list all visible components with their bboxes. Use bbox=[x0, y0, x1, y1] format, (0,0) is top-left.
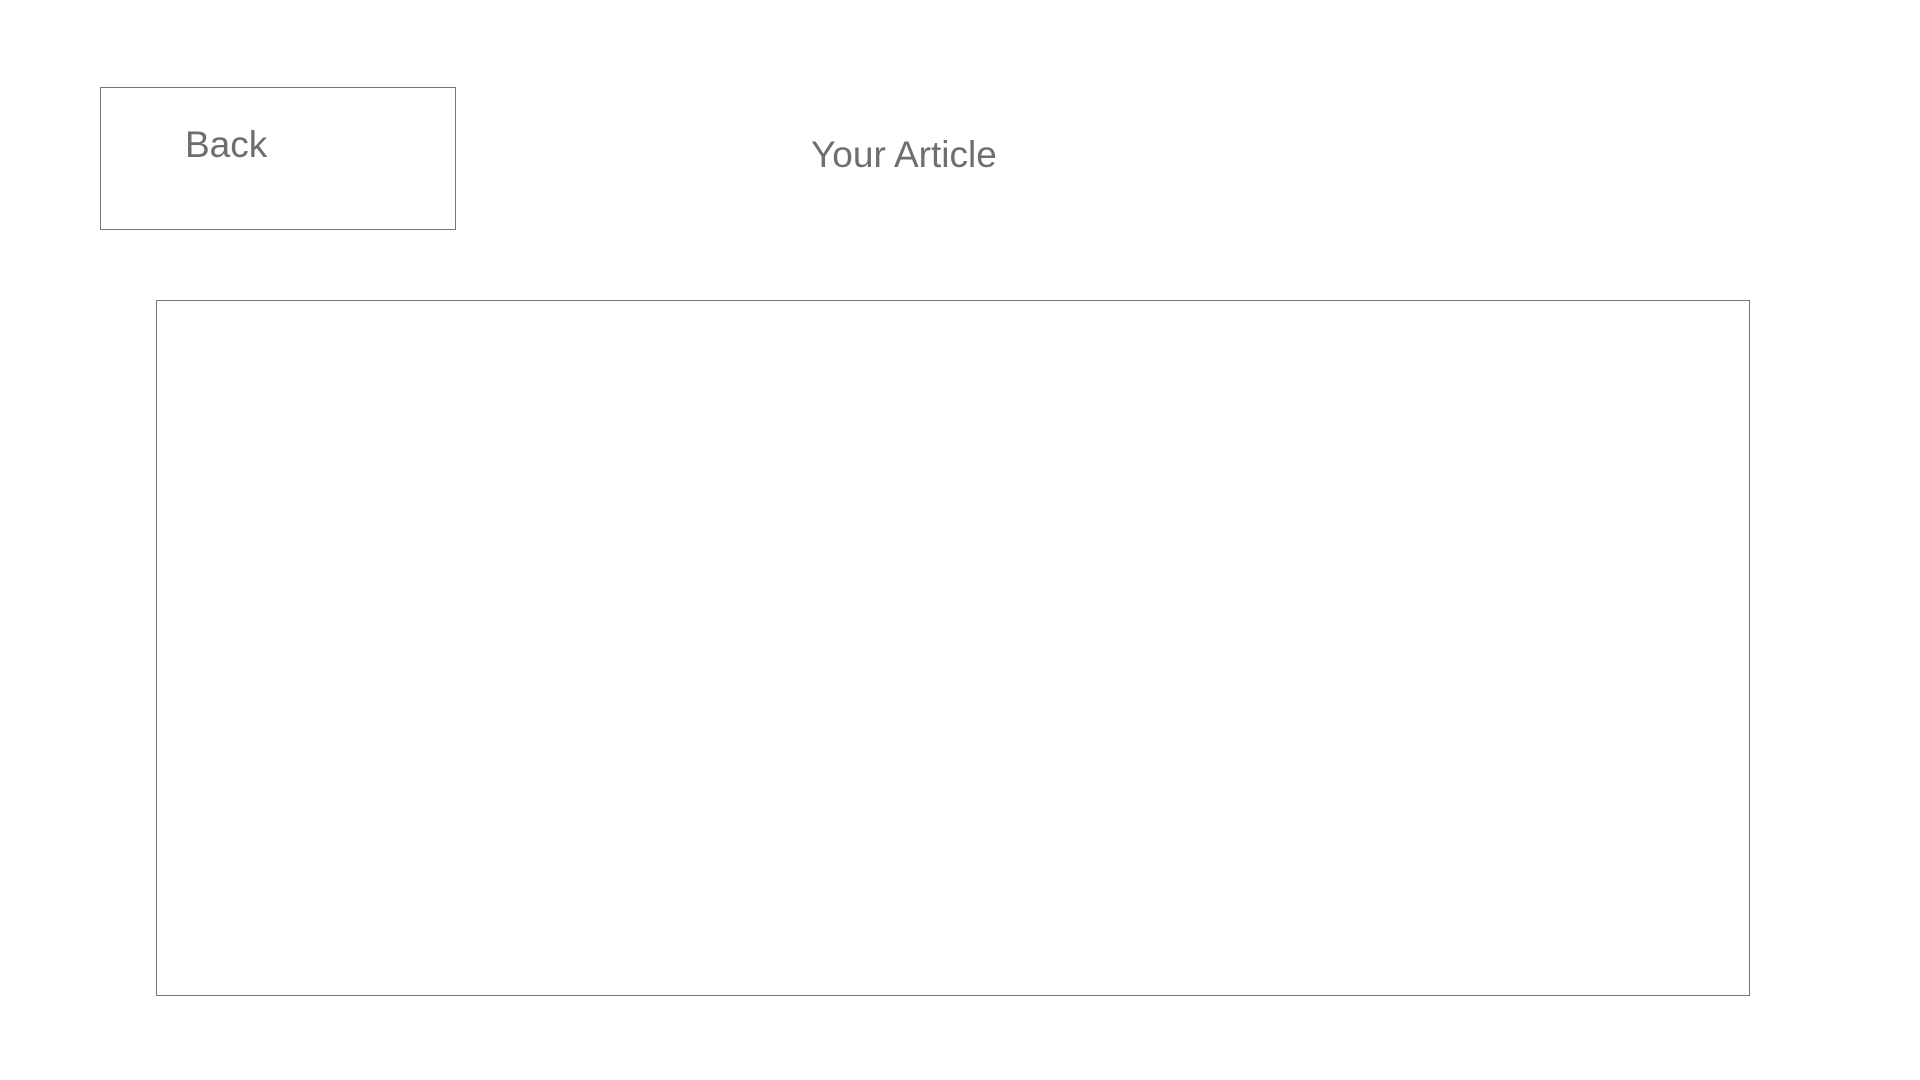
article-content-area[interactable] bbox=[156, 300, 1750, 996]
article-page: Back Your Article bbox=[0, 0, 1920, 1080]
back-button[interactable]: Back bbox=[100, 87, 456, 230]
back-button-label: Back bbox=[185, 124, 268, 165]
page-title: Your Article bbox=[811, 134, 997, 175]
